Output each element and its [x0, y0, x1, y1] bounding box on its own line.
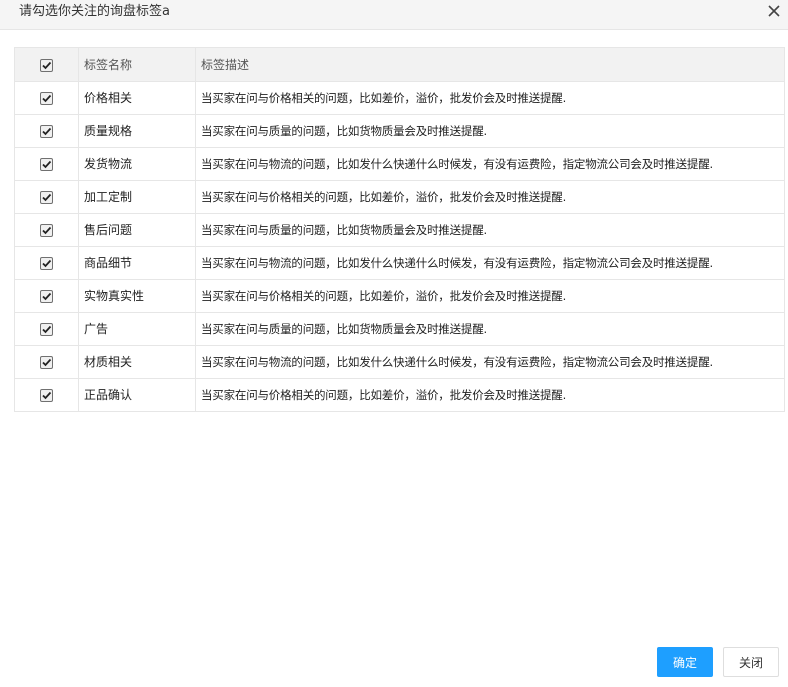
table-row[interactable]: 商品细节 当买家在问与物流的问题，比如发什么快递什么时候发，有没有运费险，指定物流… [14, 246, 785, 280]
tag-name-cell: 材质相关 [78, 345, 196, 379]
tag-name-cell: 发货物流 [78, 147, 196, 181]
row-checkbox-cell [14, 180, 79, 214]
tag-name-cell: 实物真实性 [78, 279, 196, 313]
tag-name-cell: 价格相关 [78, 81, 196, 115]
row-checkbox-cell [14, 147, 79, 181]
row-checkbox-cell [14, 312, 79, 346]
table-row[interactable]: 售后问题 当买家在问与质量的问题，比如货物质量会及时推送提醒. [14, 213, 785, 247]
row-checkbox-cell [14, 246, 79, 280]
table-row[interactable]: 正品确认 当买家在问与价格相关的问题，比如差价，溢价，批发价会及时推送提醒. [14, 378, 785, 412]
tag-name-cell: 售后问题 [78, 213, 196, 247]
table-row[interactable]: 质量规格 当买家在问与质量的问题，比如货物质量会及时推送提醒. [14, 114, 785, 148]
row-checkbox-cell [14, 114, 79, 148]
tag-name-cell: 加工定制 [78, 180, 196, 214]
table-row[interactable]: 材质相关 当买家在问与物流的问题，比如发什么快递什么时候发，有没有运费险，指定物流… [14, 345, 785, 379]
row-checkbox[interactable] [40, 191, 53, 204]
row-checkbox-cell [14, 279, 79, 313]
tag-desc-cell: 当买家在问与质量的问题，比如货物质量会及时推送提醒. [195, 114, 785, 148]
table-row[interactable]: 发货物流 当买家在问与物流的问题，比如发什么快递什么时候发，有没有运费险，指定物流… [14, 147, 785, 181]
table-header-row: 标签名称 标签描述 [14, 47, 785, 82]
select-all-checkbox[interactable] [40, 58, 53, 72]
header-checkbox-cell [14, 47, 79, 82]
dialog-header: 请勾选你关注的询盘标签a [0, 0, 788, 30]
table-row[interactable]: 加工定制 当买家在问与价格相关的问题，比如差价，溢价，批发价会及时推送提醒. [14, 180, 785, 214]
table-row[interactable]: 广告 当买家在问与质量的问题，比如货物质量会及时推送提醒. [14, 312, 785, 346]
tag-desc-cell: 当买家在问与价格相关的问题，比如差价，溢价，批发价会及时推送提醒. [195, 81, 785, 115]
row-checkbox[interactable] [40, 92, 53, 105]
tag-desc-cell: 当买家在问与质量的问题，比如货物质量会及时推送提醒. [195, 213, 785, 247]
row-checkbox[interactable] [40, 125, 53, 138]
column-header-name: 标签名称 [78, 47, 196, 82]
row-checkbox[interactable] [40, 323, 53, 336]
tag-desc-cell: 当买家在问与物流的问题，比如发什么快递什么时候发，有没有运费险，指定物流公司会及… [195, 147, 785, 181]
tag-desc-cell: 当买家在问与价格相关的问题，比如差价，溢价，批发价会及时推送提醒. [195, 180, 785, 214]
tag-name-cell: 质量规格 [78, 114, 196, 148]
tag-desc-cell: 当买家在问与物流的问题，比如发什么快递什么时候发，有没有运费险，指定物流公司会及… [195, 246, 785, 280]
column-header-desc: 标签描述 [195, 47, 785, 82]
tag-desc-cell: 当买家在问与质量的问题，比如货物质量会及时推送提醒. [195, 312, 785, 346]
row-checkbox-cell [14, 378, 79, 412]
tag-name-cell: 广告 [78, 312, 196, 346]
row-checkbox[interactable] [40, 389, 53, 402]
row-checkbox[interactable] [40, 158, 53, 171]
tag-table: 标签名称 标签描述 价格相关 当买家在问与价格相关的问题，比如差价，溢价，批发价会… [14, 47, 785, 412]
table-row[interactable]: 价格相关 当买家在问与价格相关的问题，比如差价，溢价，批发价会及时推送提醒. [14, 81, 785, 115]
table-row[interactable]: 实物真实性 当买家在问与价格相关的问题，比如差价，溢价，批发价会及时推送提醒. [14, 279, 785, 313]
tag-desc-cell: 当买家在问与价格相关的问题，比如差价，溢价，批发价会及时推送提醒. [195, 279, 785, 313]
confirm-button[interactable]: 确定 [657, 647, 713, 677]
tag-desc-cell: 当买家在问与物流的问题，比如发什么快递什么时候发，有没有运费险，指定物流公司会及… [195, 345, 785, 379]
close-icon[interactable] [766, 3, 782, 19]
close-button[interactable]: 关闭 [723, 647, 779, 677]
tag-desc-cell: 当买家在问与价格相关的问题，比如差价，溢价，批发价会及时推送提醒. [195, 378, 785, 412]
row-checkbox[interactable] [40, 224, 53, 237]
row-checkbox[interactable] [40, 257, 53, 270]
row-checkbox-cell [14, 81, 79, 115]
tag-name-cell: 正品确认 [78, 378, 196, 412]
row-checkbox[interactable] [40, 356, 53, 369]
row-checkbox-cell [14, 213, 79, 247]
dialog-title: 请勾选你关注的询盘标签a [19, 4, 170, 19]
row-checkbox[interactable] [40, 290, 53, 303]
tag-name-cell: 商品细节 [78, 246, 196, 280]
row-checkbox-cell [14, 345, 79, 379]
